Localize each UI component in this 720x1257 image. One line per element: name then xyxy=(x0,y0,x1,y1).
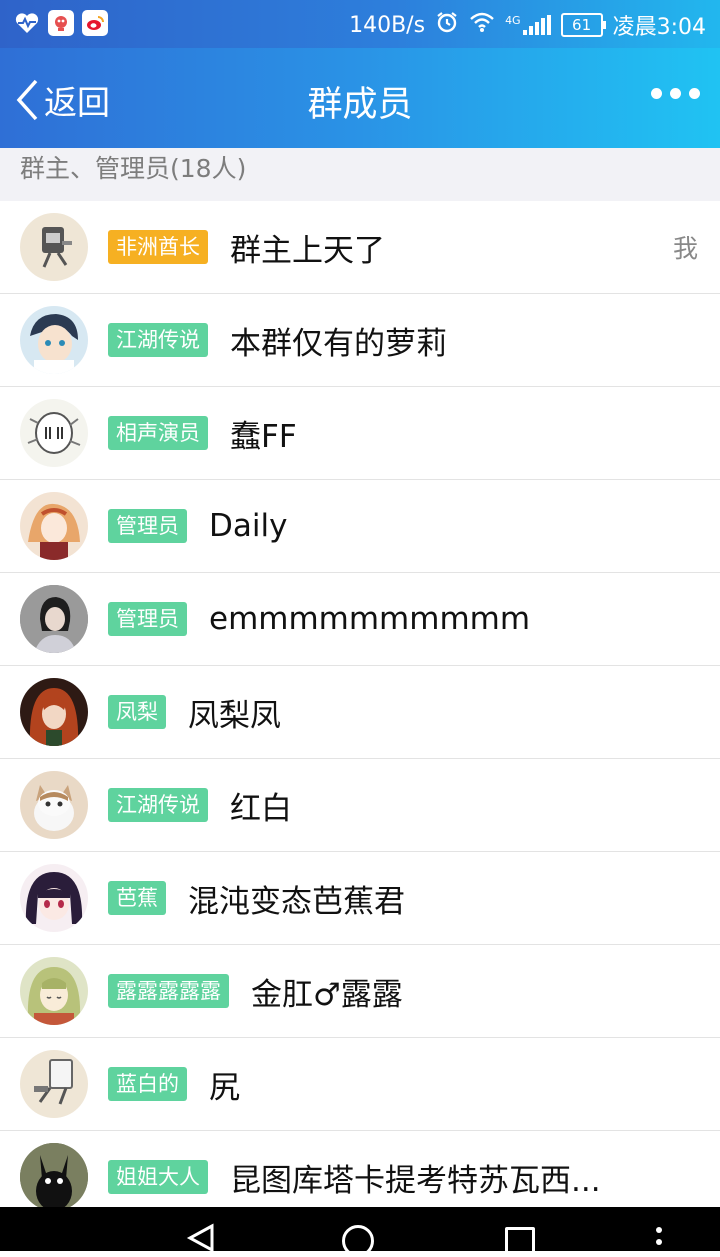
member-row[interactable]: 相声演员 蠢FF xyxy=(0,387,720,480)
back-label: 返回 xyxy=(44,83,110,122)
avatar xyxy=(20,306,88,374)
net-speed: 140B/s xyxy=(349,12,426,38)
member-title-badge: 露露露露露 xyxy=(108,974,229,1008)
avatar xyxy=(20,771,88,839)
member-title-badge: 非洲酋长 xyxy=(108,230,208,264)
section-label: 群主、管理员(18人) xyxy=(20,154,247,183)
network-type: 4G xyxy=(505,14,521,27)
member-name: Daily xyxy=(209,508,288,544)
member-row[interactable]: 管理员 Daily xyxy=(0,480,720,573)
avatar xyxy=(20,864,88,932)
member-name: 红白 xyxy=(230,790,292,827)
battery-icon: 61 xyxy=(560,13,606,37)
status-bar: 140B/s 4G 61 凌晨3:04 xyxy=(0,0,720,48)
member-name: 昆图库塔卡提考特苏瓦西... xyxy=(230,1162,601,1199)
member-row[interactable]: 管理员 emmmmmmmmmm xyxy=(0,573,720,666)
system-navigation-bar xyxy=(0,1207,720,1257)
member-title-badge: 芭蕉 xyxy=(108,881,166,915)
avatar xyxy=(20,399,88,467)
nav-home-button[interactable] xyxy=(342,1225,374,1257)
avatar xyxy=(20,213,88,281)
member-title-badge: 凤梨 xyxy=(108,695,166,729)
member-title-badge: 江湖传说 xyxy=(108,788,208,822)
header-bar: 群成员 返回 xyxy=(0,48,720,148)
wifi-icon xyxy=(469,11,495,39)
signal-icon xyxy=(522,15,551,35)
avatar xyxy=(20,678,88,746)
triangle-back-icon xyxy=(186,1223,214,1253)
section-header: 群主、管理员(18人) xyxy=(0,148,720,201)
member-row[interactable]: 江湖传说 本群仅有的萝莉 xyxy=(0,294,720,387)
heart-monitor-icon xyxy=(14,10,40,36)
member-title-badge: 相声演员 xyxy=(108,416,208,450)
avatar xyxy=(20,1143,88,1211)
clock: 凌晨3:04 xyxy=(612,15,706,40)
member-row[interactable]: 蓝白的 尻 xyxy=(0,1038,720,1131)
avatar xyxy=(20,1050,88,1118)
member-name: 尻 xyxy=(209,1069,240,1106)
back-button[interactable]: 返回 xyxy=(14,76,110,124)
more-button[interactable] xyxy=(651,88,700,99)
member-name: 金肛♂露露 xyxy=(251,976,403,1013)
member-title-badge: 姐姐大人 xyxy=(108,1160,208,1194)
member-title-badge: 江湖传说 xyxy=(108,323,208,357)
member-title-badge: 蓝白的 xyxy=(108,1067,187,1101)
chevron-left-icon xyxy=(16,79,38,121)
self-indicator: 我 xyxy=(672,234,698,263)
member-name: 群主上天了 xyxy=(230,232,385,269)
battery-level: 61 xyxy=(572,16,592,34)
member-name: 蠢FF xyxy=(230,418,297,455)
more-dots-icon xyxy=(651,88,662,99)
nav-back-button[interactable] xyxy=(186,1223,216,1257)
member-row[interactable]: 露露露露露 金肛♂露露 xyxy=(0,945,720,1038)
avatar xyxy=(20,957,88,1025)
member-title-badge: 管理员 xyxy=(108,509,187,543)
member-name: 混沌变态芭蕉君 xyxy=(188,883,405,920)
member-name: 凤梨凤 xyxy=(188,697,281,734)
member-row[interactable]: 芭蕉 混沌变态芭蕉君 xyxy=(0,852,720,945)
member-title-badge: 管理员 xyxy=(108,602,187,636)
member-row[interactable]: 江湖传说 红白 xyxy=(0,759,720,852)
nav-menu-button[interactable] xyxy=(656,1227,662,1257)
avatar xyxy=(20,492,88,560)
member-name: emmmmmmmmmm xyxy=(209,601,531,637)
member-row[interactable]: 凤梨 凤梨凤 xyxy=(0,666,720,759)
app-notification-icon xyxy=(48,10,74,36)
member-name: 本群仅有的萝莉 xyxy=(230,325,447,362)
member-row[interactable]: 非洲酋长 群主上天了 我 xyxy=(0,201,720,294)
weibo-icon xyxy=(82,10,108,36)
member-list: 非洲酋长 群主上天了 我 江湖传说 本群仅有的萝莉 相声演员 蠢FF 管理员 D… xyxy=(0,201,720,1224)
avatar xyxy=(20,585,88,653)
nav-recents-button[interactable] xyxy=(505,1227,535,1257)
alarm-icon xyxy=(435,10,459,40)
